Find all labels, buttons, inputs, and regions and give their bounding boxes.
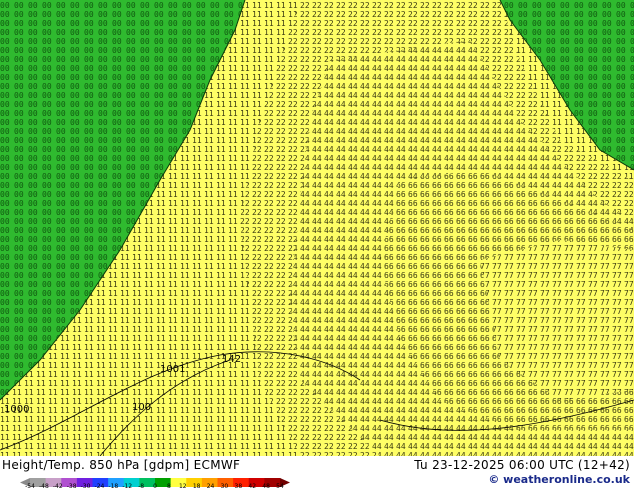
color-scale-tick-label: -38 <box>66 483 77 490</box>
valid-time: Tu 23-12-2025 06:00 UTC (12+42) <box>414 458 630 472</box>
color-scale-tick-label: -24 <box>94 483 105 490</box>
color-scale-tick-label: -54 <box>25 483 35 490</box>
color-scale-tick-label: -42 <box>52 483 63 490</box>
color-scale-tick-label: 18 <box>192 483 201 490</box>
map-canvas: 00 11 22 44 66 77 <box>0 0 634 456</box>
color-scale-tick-label: 0 <box>153 483 157 490</box>
color-scale-tick-label: 24 <box>206 483 215 490</box>
color-scale-tick-label: 12 <box>178 483 187 490</box>
color-scale-tick-label: 54 <box>276 483 284 490</box>
contour-label: 100 <box>132 402 151 413</box>
color-scale-tick-label: 30 <box>220 483 229 490</box>
site-credit[interactable]: © weatheronline.co.uk <box>488 473 630 486</box>
color-scale-tick-label: -30 <box>80 483 91 490</box>
color-scale-ticks: -54 -48 -42 -38 -30 -24 -18 -12 -8 0 8 12 18 24 30 38 42… <box>20 483 290 490</box>
map-footer: Height/Temp. 850 hPa [gdpm] ECMWF Tu 23-… <box>0 456 634 490</box>
color-scale-tick-label: 38 <box>234 483 243 490</box>
color-scale-tick-label: 42 <box>248 483 257 490</box>
color-scale-tick-label: -18 <box>108 483 119 490</box>
color-scale-tick-label: -8 <box>138 483 145 490</box>
color-scale-bar <box>20 472 290 487</box>
weather-map: 00 11 22 44 66 77 <box>0 0 634 456</box>
color-scale-tick-label: -12 <box>122 483 133 490</box>
color-scale-tick-label: 8 <box>166 483 171 490</box>
color-scale-tick-label: -48 <box>38 483 49 490</box>
contour-label: 142 <box>222 354 241 365</box>
map-title: Height/Temp. 850 hPa [gdpm] ECMWF <box>2 458 241 472</box>
contour-label: 1001 <box>160 364 185 375</box>
color-scale-tick-label: 48 <box>262 483 270 490</box>
contour-label: 1000 <box>4 404 29 415</box>
